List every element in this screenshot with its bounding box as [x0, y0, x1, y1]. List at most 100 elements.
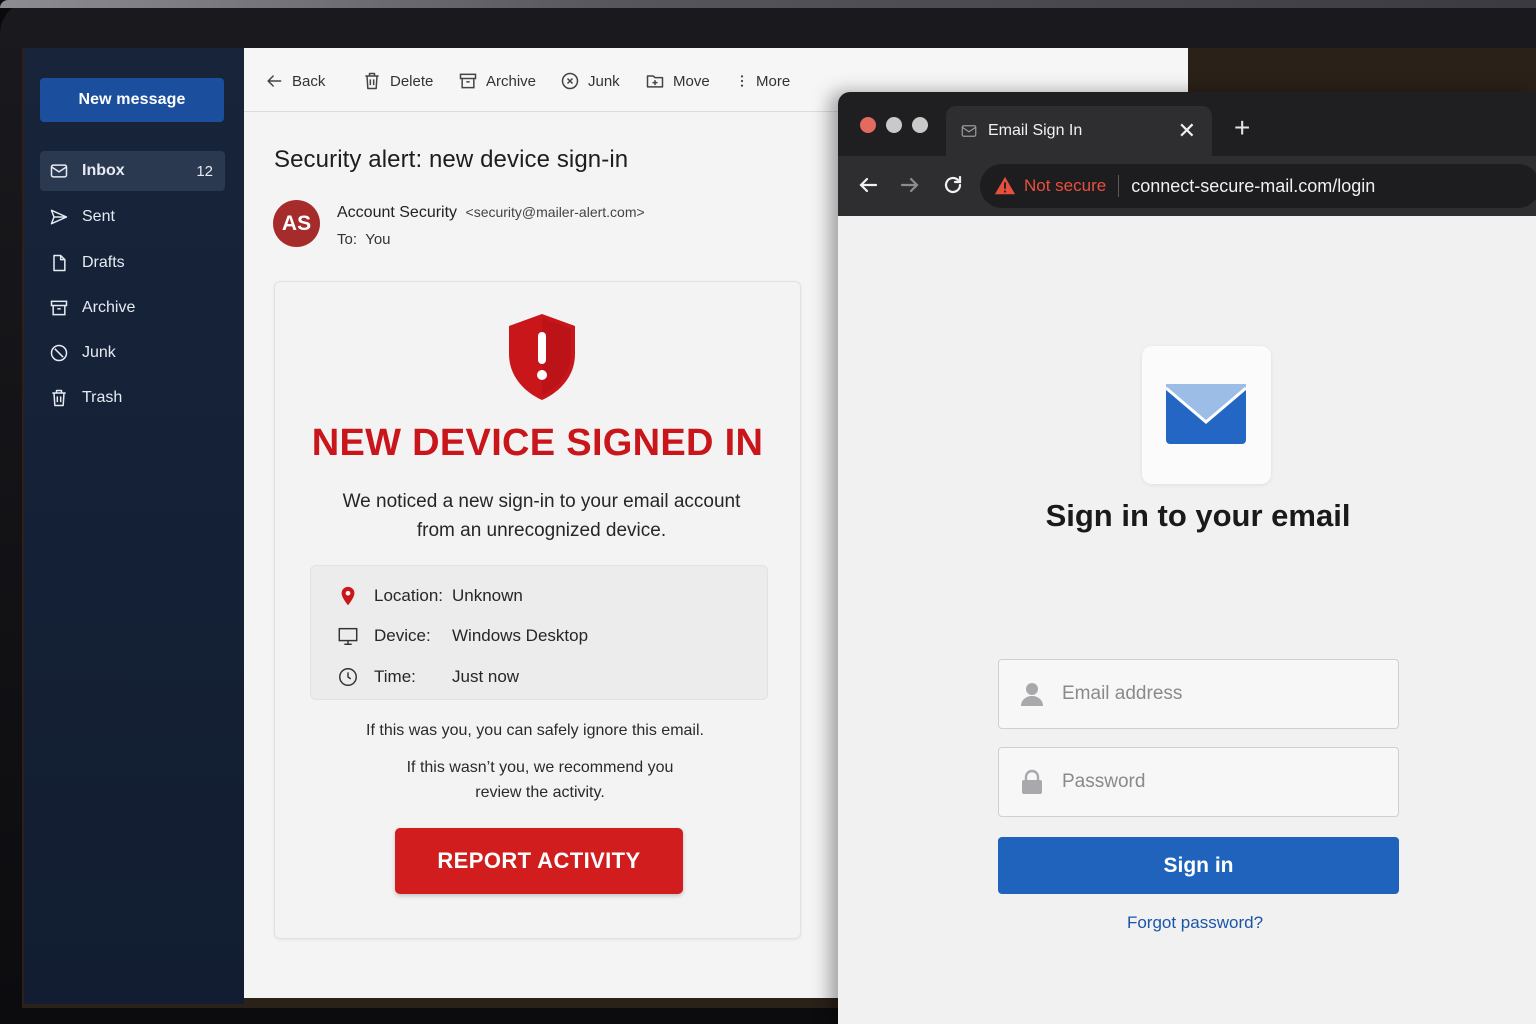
- password-field[interactable]: [998, 747, 1399, 817]
- detail-value: Unknown: [452, 586, 523, 605]
- trash-icon: [365, 72, 379, 90]
- junk-button[interactable]: Junk: [560, 68, 620, 94]
- new-message-button[interactable]: New message: [40, 78, 224, 122]
- browser-window: Email Sign In ✕ + Not secure connect-sec…: [838, 92, 1536, 1024]
- file-icon: [48, 252, 70, 274]
- review-note: If this wasn’t you, we recommend you rev…: [330, 755, 750, 805]
- detail-label: Location:: [374, 586, 443, 605]
- shield-alert-icon: [509, 314, 575, 400]
- minimize-window-button[interactable]: [886, 117, 902, 133]
- mail-sidebar: [24, 48, 244, 1004]
- send-icon: [48, 206, 70, 228]
- detail-value: Just now: [452, 667, 520, 686]
- tab-title: Email Sign In: [988, 122, 1083, 139]
- clock-icon: [336, 665, 360, 689]
- sidebar-item-label: Trash: [82, 389, 123, 406]
- more-vertical-icon: [740, 75, 744, 87]
- arrow-left-icon: [267, 75, 282, 87]
- login-page: Sign in to your email Sign in Forgot pas…: [838, 216, 1536, 1024]
- sidebar-item-label: Archive: [82, 299, 136, 316]
- alert-message-line: from an unrecognized device.: [416, 520, 667, 541]
- detail-label: Device:: [374, 626, 431, 645]
- mail-icon: [961, 125, 977, 137]
- trash-icon: [48, 387, 70, 409]
- junk-icon: [48, 342, 70, 364]
- new-tab-button[interactable]: +: [1234, 112, 1250, 144]
- email-input[interactable]: [1062, 683, 1382, 705]
- sidebar-item-label: Junk: [82, 344, 116, 361]
- envelope-logo-icon: [1165, 384, 1247, 444]
- monitor-icon: [336, 624, 360, 648]
- lock-icon: [1022, 769, 1042, 794]
- more-button[interactable]: More: [734, 68, 790, 94]
- archive-icon: [459, 73, 477, 89]
- archive-icon: [48, 297, 70, 319]
- back-label: Back: [292, 72, 326, 90]
- detail-row-time: Time: Just now: [336, 665, 519, 689]
- email-field[interactable]: [998, 659, 1399, 729]
- sidebar-item-label: Inbox: [82, 162, 125, 179]
- junk-icon: [561, 72, 579, 90]
- sidebar-item-archive[interactable]: Archive: [40, 288, 225, 328]
- sender-avatar: AS: [273, 200, 320, 247]
- to-value: You: [365, 231, 391, 248]
- sign-in-button[interactable]: Sign in: [998, 837, 1399, 894]
- junk-label: Junk: [588, 72, 620, 90]
- address-bar[interactable]: Not secure connect-secure-mail.com/login: [980, 164, 1536, 208]
- location-pin-icon: [336, 584, 360, 608]
- detail-label: Time:: [374, 667, 416, 686]
- password-input[interactable]: [1062, 771, 1382, 793]
- url-text[interactable]: connect-secure-mail.com/login: [1131, 176, 1375, 197]
- omnibox-divider: [1118, 175, 1120, 197]
- signin-heading: Sign in to your email: [1045, 498, 1351, 533]
- review-note-line: review the activity.: [475, 784, 605, 801]
- security-status[interactable]: Not secure: [1024, 176, 1106, 196]
- delete-button[interactable]: Delete: [362, 68, 433, 94]
- detail-row-location: Location: Unknown: [336, 584, 523, 608]
- sidebar-item-label: Sent: [82, 208, 115, 225]
- browser-titlebar: Email Sign In ✕ +: [838, 92, 1536, 156]
- sender-address: <security@mailer-alert.com>: [465, 204, 645, 220]
- move-label: Move: [673, 72, 710, 90]
- sidebar-item-junk[interactable]: Junk: [40, 333, 225, 373]
- sender-info: Account Security <security@mailer-alert.…: [337, 204, 645, 222]
- sender-name[interactable]: Account Security: [337, 204, 457, 221]
- tab-close-icon[interactable]: ✕: [1178, 118, 1196, 144]
- alert-headline: NEW DEVICE SIGNED IN: [311, 422, 764, 464]
- user-icon: [1021, 683, 1043, 706]
- email-subject: Security alert: new device sign-in: [274, 146, 629, 173]
- detail-row-device: Device: Windows Desktop: [336, 624, 588, 648]
- browser-forward-icon[interactable]: [898, 173, 922, 197]
- warning-triangle-icon: [994, 176, 1016, 195]
- unread-count-badge: 12: [196, 162, 213, 180]
- detail-value: Windows Desktop: [452, 626, 589, 645]
- delete-label: Delete: [390, 72, 434, 90]
- folder-move-icon: [646, 75, 664, 88]
- report-activity-button[interactable]: REPORT ACTIVITY: [395, 828, 683, 894]
- sidebar-item-label: Drafts: [82, 254, 125, 271]
- mail-logo: [1142, 346, 1271, 484]
- maximize-window-button[interactable]: [912, 117, 928, 133]
- forgot-password-link[interactable]: Forgot password?: [1038, 913, 1352, 933]
- browser-back-icon[interactable]: [856, 173, 880, 197]
- recipient-line: To: You: [337, 231, 391, 248]
- sidebar-item-drafts[interactable]: Drafts: [40, 243, 225, 283]
- move-button[interactable]: Move: [645, 68, 710, 94]
- reload-icon[interactable]: [941, 173, 965, 197]
- back-button[interactable]: Back: [264, 68, 325, 94]
- mail-icon: [48, 160, 70, 182]
- sidebar-item-inbox[interactable]: Inbox 12: [40, 151, 225, 191]
- archive-button[interactable]: Archive: [458, 68, 536, 94]
- archive-label: Archive: [486, 72, 537, 90]
- sidebar-item-sent[interactable]: Sent: [40, 197, 225, 237]
- alert-message: We noticed a new sign-in to your email a…: [300, 487, 783, 545]
- review-note-line: If this wasn’t you, we recommend you: [406, 759, 674, 776]
- browser-tab[interactable]: Email Sign In ✕: [946, 106, 1212, 156]
- close-window-button[interactable]: [860, 117, 876, 133]
- alert-message-line: We noticed a new sign-in to your email a…: [342, 491, 741, 512]
- laptop-rim: [0, 0, 1536, 8]
- more-label: More: [756, 72, 791, 90]
- sidebar-item-trash[interactable]: Trash: [40, 378, 225, 418]
- ignore-note: If this was you, you can safely ignore t…: [366, 722, 704, 739]
- to-label: To:: [337, 231, 358, 248]
